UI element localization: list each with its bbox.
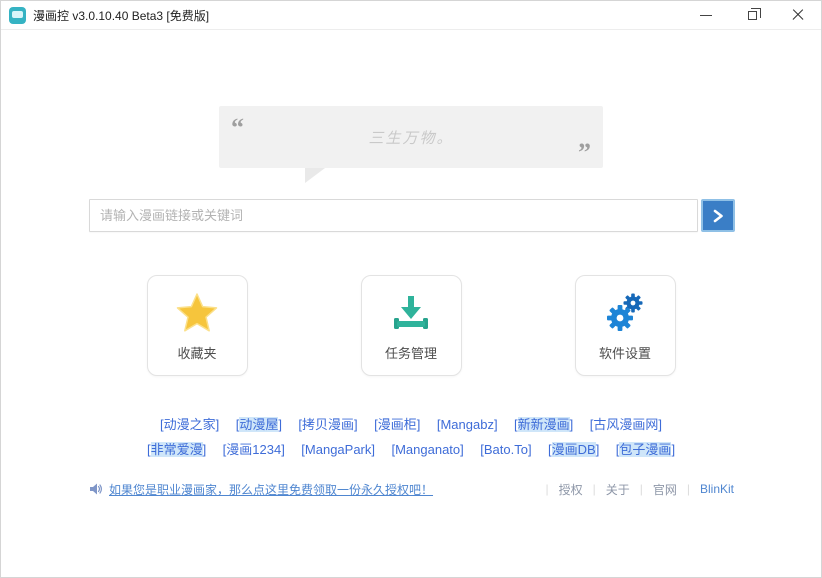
- favorites-label: 收藏夹: [177, 343, 216, 362]
- footer-link-website[interactable]: 官网: [653, 481, 677, 498]
- footer-separator: |: [640, 482, 643, 496]
- site-link-xinxin[interactable]: [新新漫画]: [514, 412, 573, 437]
- task-manager-label: 任务管理: [385, 343, 437, 362]
- site-link-veryim[interactable]: [非常爱漫]: [147, 437, 206, 462]
- search-bar: [89, 199, 735, 232]
- app-logo-icon: [9, 7, 26, 24]
- site-link-gufeng[interactable]: [古风漫画网]: [590, 412, 662, 437]
- minimize-icon: [700, 15, 712, 16]
- footer-separator: |: [687, 482, 690, 496]
- site-links-row2: [非常爱漫] [漫画1234] [MangaPark] [Manganato] …: [1, 437, 821, 462]
- close-quote-icon: ”: [578, 140, 591, 166]
- download-icon: [389, 289, 433, 337]
- footer-link-license[interactable]: 授权: [559, 481, 583, 498]
- restore-button[interactable]: [737, 4, 767, 26]
- site-link-manhuagui[interactable]: [漫画柜]: [374, 412, 420, 437]
- close-icon: [792, 9, 804, 21]
- open-quote-icon: “: [231, 115, 244, 141]
- footer-separator: |: [593, 482, 596, 496]
- quote-bubble: “ 三生万物。 ”: [219, 106, 603, 168]
- site-link-batoto[interactable]: [Bato.To]: [480, 437, 531, 462]
- bubble-tail: [305, 168, 325, 183]
- star-icon: [175, 289, 219, 337]
- action-cards: 收藏夹 任务管理: [1, 275, 821, 376]
- gears-icon: [603, 289, 647, 337]
- site-links: [动漫之家] [动漫屋] [拷贝漫画] [漫画柜] [Mangabz] [新新漫…: [1, 412, 821, 462]
- site-link-dmzj[interactable]: [动漫之家]: [160, 412, 219, 437]
- search-input[interactable]: [89, 199, 698, 232]
- footer-link-about[interactable]: 关于: [606, 481, 630, 498]
- quote-text: 三生万物。: [219, 106, 603, 168]
- favorites-card[interactable]: 收藏夹: [147, 275, 248, 376]
- window-title: 漫画控 v3.0.10.40 Beta3 [免费版]: [33, 7, 209, 24]
- close-button[interactable]: [783, 4, 813, 26]
- chevron-right-icon: [711, 209, 725, 223]
- site-link-manganato[interactable]: [Manganato]: [391, 437, 463, 462]
- window-controls: [691, 4, 813, 26]
- titlebar: 漫画控 v3.0.10.40 Beta3 [免费版]: [1, 1, 821, 30]
- task-manager-card[interactable]: 任务管理: [361, 275, 462, 376]
- site-link-manhua1234[interactable]: [漫画1234]: [223, 437, 285, 462]
- promo-link[interactable]: 如果您是职业漫画家，那么点这里免费领取一份永久授权吧！: [109, 481, 433, 498]
- footer: 如果您是职业漫画家，那么点这里免费领取一份永久授权吧！ | 授权 | 关于 | …: [89, 479, 734, 499]
- site-link-manhuadb[interactable]: [漫画DB]: [548, 437, 599, 462]
- site-link-copymanga[interactable]: [拷贝漫画]: [298, 412, 357, 437]
- settings-label: 软件设置: [599, 343, 651, 362]
- site-link-mangabz[interactable]: [Mangabz]: [437, 412, 498, 437]
- site-link-dm5[interactable]: [动漫屋]: [236, 412, 282, 437]
- speaker-icon: [89, 482, 103, 496]
- settings-card[interactable]: 软件设置: [575, 275, 676, 376]
- footer-separator: |: [545, 482, 548, 496]
- site-link-mangapark[interactable]: [MangaPark]: [301, 437, 375, 462]
- search-button[interactable]: [701, 199, 735, 232]
- site-links-row1: [动漫之家] [动漫屋] [拷贝漫画] [漫画柜] [Mangabz] [新新漫…: [1, 412, 821, 437]
- footer-link-blinkit[interactable]: BlinKit: [700, 482, 734, 496]
- restore-icon: [748, 11, 757, 20]
- app-window: 漫画控 v3.0.10.40 Beta3 [免费版] “ 三生万物。 ”: [0, 0, 822, 578]
- promo-area: 如果您是职业漫画家，那么点这里免费领取一份永久授权吧！: [89, 481, 433, 498]
- site-link-baozi[interactable]: [包子漫画]: [616, 437, 675, 462]
- footer-nav: | 授权 | 关于 | 官网 | BlinKit: [545, 481, 734, 498]
- minimize-button[interactable]: [691, 4, 721, 26]
